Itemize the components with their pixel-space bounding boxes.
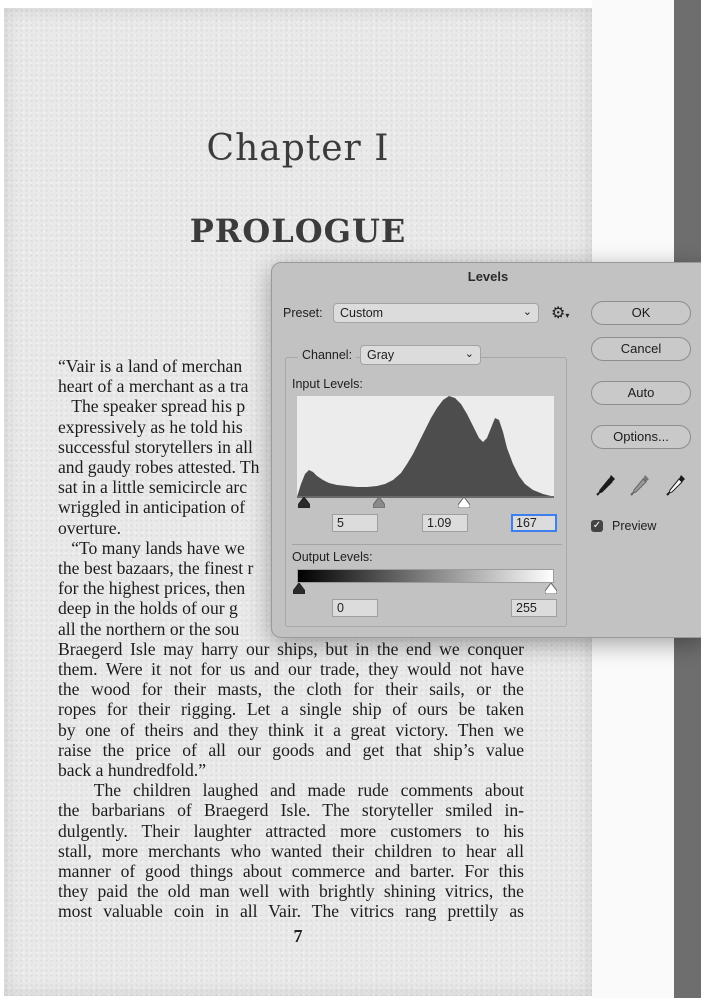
chevron-down-icon: ⌄: [522, 306, 532, 318]
chapter-title: PROLOGUE: [189, 212, 407, 250]
text-line: the wood for their masts, the cloth for …: [58, 679, 524, 700]
histogram-graph: [297, 396, 554, 497]
preview-label: Preview: [612, 519, 657, 533]
preset-value: Custom: [340, 306, 384, 320]
section-divider: [292, 544, 562, 545]
chapter-number: Chapter I: [206, 128, 390, 169]
gear-icon[interactable]: ⚙▾: [551, 303, 569, 323]
input-black-slider[interactable]: [298, 497, 310, 508]
histogram-area: [297, 396, 554, 497]
output-white-slider[interactable]: [545, 583, 557, 594]
channel-select[interactable]: Gray ⌄: [360, 345, 481, 365]
channel-label: Channel:: [298, 348, 357, 362]
white-eyedropper-icon[interactable]: [665, 473, 687, 497]
auto-button[interactable]: Auto: [591, 381, 691, 405]
preset-select[interactable]: Custom ⌄: [333, 303, 539, 323]
output-gradient-bar: [297, 569, 554, 583]
histogram: [297, 396, 554, 497]
text-line: manner of good things about commerce and…: [58, 861, 524, 882]
output-black-slider[interactable]: [293, 583, 305, 594]
input-gamma-slider[interactable]: [373, 497, 385, 508]
input-white-slider[interactable]: [458, 497, 470, 508]
text-line: Braegerd Isle may harry our ships, but i…: [58, 638, 524, 659]
gray-eyedropper-icon[interactable]: [629, 473, 651, 497]
options-button[interactable]: Options...: [591, 425, 691, 449]
cancel-button[interactable]: Cancel: [591, 337, 691, 361]
output-white-field[interactable]: 255: [511, 599, 557, 617]
preset-label: Preset:: [283, 306, 323, 320]
input-gamma-field[interactable]: 1.09: [422, 514, 468, 532]
levels-dialog: Levels Preset: Custom ⌄ ⚙▾ Channel: Gray…: [271, 262, 701, 638]
text-line: back a hundredfold.”: [58, 760, 207, 781]
text-line: ropes for their rigging. Let a single sh…: [58, 699, 524, 720]
text-line: by one of theirs and they think it a gre…: [58, 719, 524, 740]
histogram-baseline: [297, 496, 554, 498]
output-levels-label: Output Levels:: [292, 550, 373, 564]
text-line: the barbarians of Braegerd Isle. The sto…: [58, 800, 524, 821]
text-line: dulgently. Their laughter attracted more…: [58, 820, 524, 841]
page-number: 7: [293, 926, 303, 946]
text-line: they paid the old man well with brightly…: [58, 881, 524, 902]
text-line: most valuable coin in all Vair. The vitr…: [58, 901, 524, 922]
black-eyedropper-icon[interactable]: [595, 473, 617, 497]
dialog-title: Levels: [467, 269, 509, 284]
output-black-field[interactable]: 0: [332, 599, 378, 617]
text-line: raise the price of all our goods and get…: [58, 739, 524, 760]
chevron-down-icon: ⌄: [464, 348, 474, 360]
input-black-field[interactable]: 5: [332, 514, 378, 532]
input-white-field[interactable]: 167: [511, 514, 557, 532]
channel-value: Gray: [367, 348, 395, 362]
text-line: stall, more merchants who wanted their c…: [58, 840, 524, 861]
ok-button[interactable]: OK: [591, 301, 691, 325]
input-levels-label: Input Levels:: [292, 377, 363, 391]
text-line: them. Were it not for us and our trade, …: [58, 659, 524, 680]
preview-checkbox[interactable]: ✓: [591, 520, 603, 532]
text-line: The children laughed and made rude comme…: [58, 780, 524, 801]
